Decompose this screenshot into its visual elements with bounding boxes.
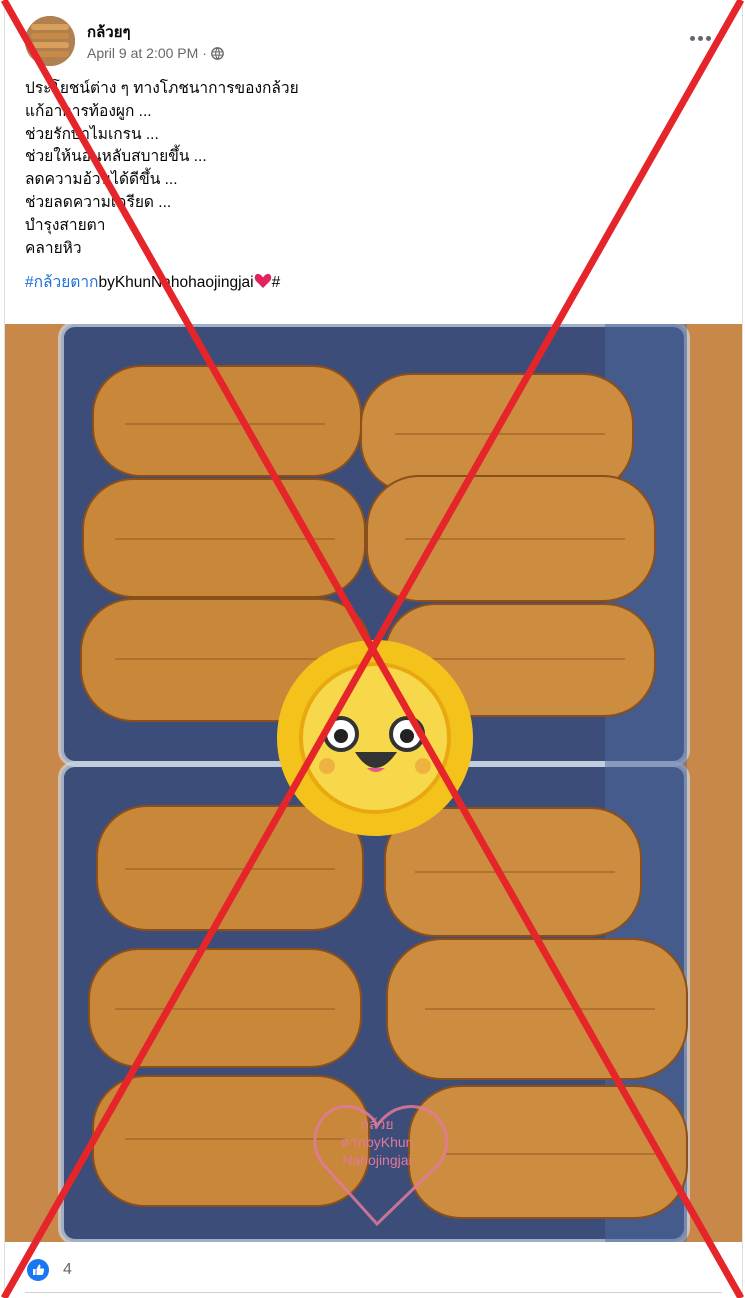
- heart-icon: [254, 273, 272, 289]
- sun-sticker: [277, 640, 473, 836]
- post-text-line: ช่วยให้นอนหลับสบายขึ้น ...: [25, 148, 207, 166]
- post-text-line: ลดความอ้วนได้ดีขึ้น ...: [25, 171, 178, 189]
- post-text: ประโยชน์ต่าง ๆ ทางโภชนาการของกล้วย แก้อา…: [25, 78, 705, 295]
- watermark-text-2: ตากbyKhun: [341, 1134, 414, 1150]
- watermark-text-1: กล้วย: [360, 1116, 393, 1132]
- hashtag-link[interactable]: #กล้วยตาก: [25, 274, 98, 291]
- facebook-post: กล้วยๆ April 9 at 2:00 PM · ประโยชน์ต่าง…: [4, 0, 743, 1298]
- watermark-text-3: Nahojingjai: [342, 1152, 411, 1168]
- post-header: กล้วยๆ April 9 at 2:00 PM ·: [25, 16, 726, 68]
- avatar[interactable]: [25, 16, 75, 66]
- like-icon: [27, 1259, 49, 1281]
- more-options-icon[interactable]: [684, 26, 716, 50]
- post-text-line: แก้อาการท้องผูก ...: [25, 102, 152, 120]
- reaction-count: 4: [63, 1261, 72, 1278]
- globe-icon[interactable]: [211, 46, 224, 60]
- post-text-line: ช่วยรักษาไมเกรน ...: [25, 125, 159, 143]
- post-text-line: คลายหิว: [25, 239, 82, 257]
- post-meta: April 9 at 2:00 PM ·: [87, 45, 224, 61]
- post-text-line: ประโยชน์ต่าง ๆ ทางโภชนาการของกล้วย: [25, 80, 299, 97]
- reaction-summary[interactable]: 4: [27, 1256, 72, 1284]
- divider: [25, 1292, 722, 1293]
- post-author[interactable]: กล้วยๆ: [87, 20, 131, 44]
- post-photo[interactable]: กล้วย ตากbyKhun Nahojingjai: [5, 324, 742, 1242]
- post-timestamp[interactable]: April 9 at 2:00 PM: [87, 45, 198, 61]
- post-text-line: บำรุงสายตา: [25, 216, 106, 234]
- post-text-line: ช่วยลดความเครียด ...: [25, 193, 172, 211]
- hashtag-end: #: [271, 274, 281, 292]
- hashtag-line: #กล้วยตากbyKhunNahohaojingjai #: [25, 272, 705, 295]
- hashtag-suffix: byKhunNahohaojingjai: [98, 274, 254, 292]
